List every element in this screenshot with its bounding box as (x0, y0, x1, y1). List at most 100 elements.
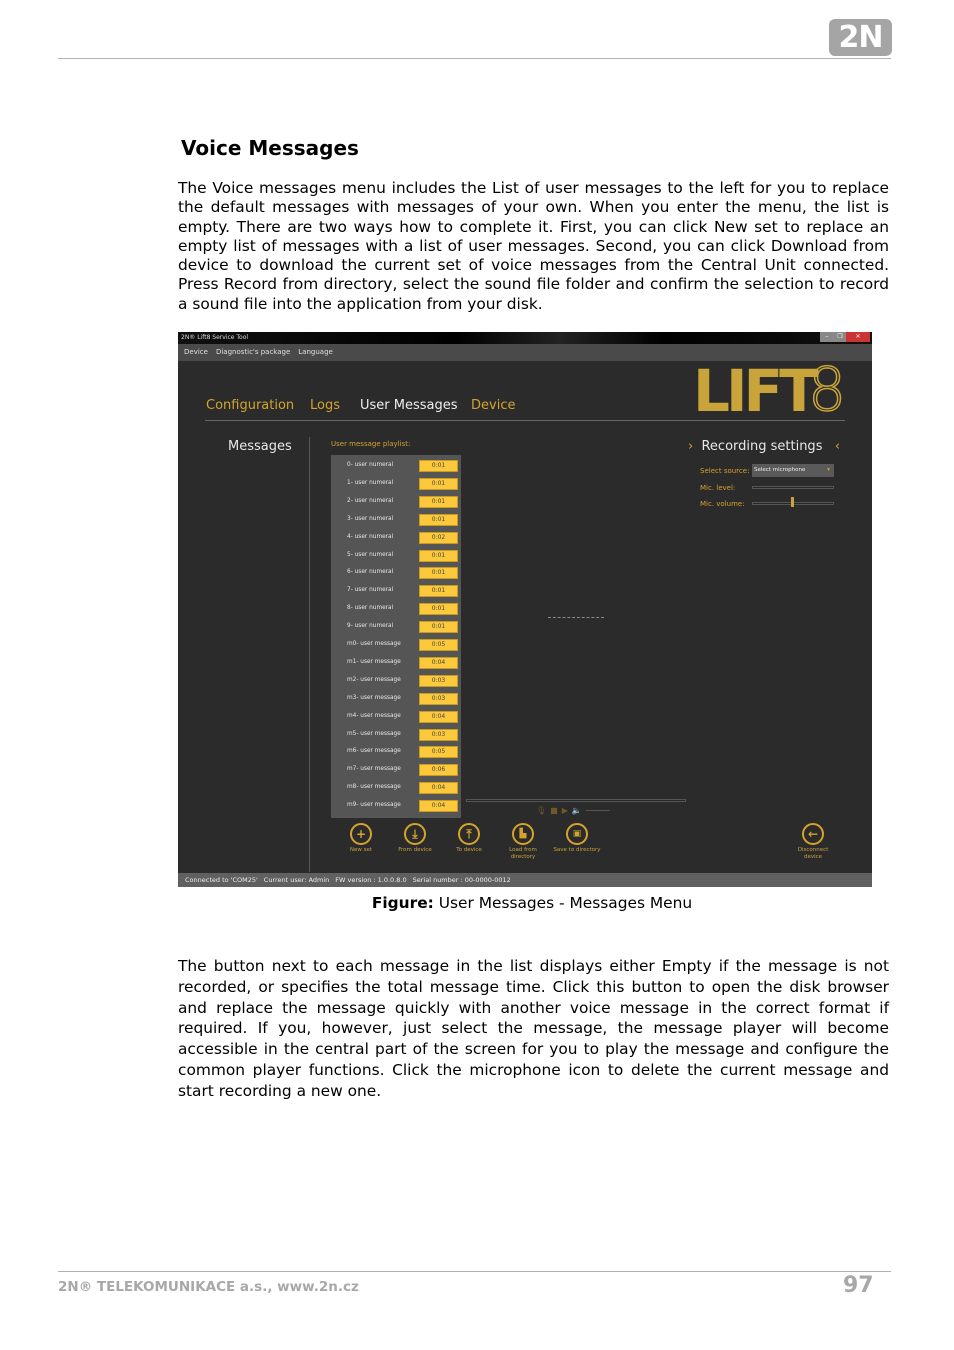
duration-button[interactable]: 0:02 (419, 531, 458, 544)
playlist-row[interactable]: m8- user message 0:04 (331, 782, 461, 795)
duration-button[interactable]: 0:04 (419, 782, 458, 795)
playlist-row[interactable]: 6- user numeral 0:01 (331, 567, 461, 580)
page-number: 97 (843, 1273, 874, 1298)
message-name: 0- user numeral (347, 462, 394, 468)
message-name: m9- user message (347, 802, 401, 809)
disconnect-label: Disconnect device (797, 847, 829, 860)
duration-button[interactable]: 0:05 (419, 746, 458, 759)
playlist-row[interactable]: m9- user message 0:04 (331, 800, 461, 813)
duration-button[interactable]: 0:05 (419, 639, 458, 651)
from-device-button[interactable]: ⤓ From device (390, 823, 440, 854)
chevron-left-icon[interactable]: ‹ (822, 439, 840, 454)
mic-volume-thumb[interactable] (791, 497, 794, 507)
dropdown-arrow-icon: ▾ (827, 467, 830, 473)
playlist-row[interactable]: 2- user numeral 0:01 (331, 495, 461, 509)
save-to-directory-button[interactable]: ▣ Save to directory (552, 823, 602, 854)
sidebar-divider (309, 437, 310, 872)
message-name: 5- user numeral (347, 551, 394, 558)
duration-button[interactable]: 0:01 (419, 567, 458, 580)
new-set-button[interactable]: + New set (336, 823, 386, 854)
tab-configuration[interactable]: Configuration (206, 398, 294, 413)
duration-button[interactable]: 0:01 (419, 495, 458, 508)
playlist-row[interactable]: m5- user message 0:03 (331, 728, 461, 742)
load-from-directory-button[interactable]: ▙ Load from directory (498, 823, 548, 861)
duration-button[interactable]: 0:01 (419, 621, 458, 634)
app-screenshot: 2N® Lift8 Service Tool – ❐ ✕ Device Diag… (178, 332, 872, 887)
playlist-row[interactable]: 5- user numeral 0:01 (331, 549, 461, 563)
message-name: m8- user message (347, 784, 401, 791)
playlist-row[interactable]: m0- user message 0:05 (331, 639, 461, 652)
duration-button[interactable]: 0:03 (419, 728, 458, 741)
menu-diagnostics[interactable]: Diagnostic's package (216, 344, 290, 361)
restore-icon[interactable]: ❐ (834, 332, 846, 342)
duration-button[interactable]: 0:03 (419, 674, 458, 687)
arrow-left-icon: ← (802, 823, 824, 845)
message-name: 6- user numeral (347, 569, 394, 576)
disconnect-device-button[interactable]: ← Disconnect device (788, 823, 838, 861)
message-name: m5- user message (347, 730, 401, 737)
menu-device[interactable]: Device (184, 344, 208, 361)
playlist-row[interactable]: 4- user numeral 0:02 (331, 531, 461, 545)
microphone-icon[interactable]: 🎙 (536, 806, 546, 815)
duration-button[interactable]: 0:01 (419, 585, 458, 598)
tab-user-messages[interactable]: User Messages (360, 398, 458, 413)
to-device-button[interactable]: ⤒ To device (444, 823, 494, 854)
duration-button[interactable]: 0:03 (419, 692, 458, 705)
message-name: m0- user message (347, 641, 401, 647)
menu-language[interactable]: Language (298, 344, 333, 361)
body-paragraph: The button next to each message in the l… (178, 957, 889, 1100)
player-progress[interactable] (466, 799, 686, 802)
duration-button[interactable]: 0:01 (419, 460, 458, 472)
message-name: m6- user message (347, 748, 401, 755)
window-title: 2N® Lift8 Service Tool (181, 334, 249, 341)
upload-icon: ⤒ (458, 823, 480, 845)
player-volume-slider[interactable] (585, 806, 610, 811)
duration-button[interactable]: 0:04 (419, 710, 458, 723)
playlist: 0- user numeral 0:01 1- user numeral 0:01 2-… (331, 455, 461, 818)
duration-button[interactable]: 0:04 (419, 656, 458, 669)
save-label: Save to directory (553, 847, 601, 853)
stop-icon[interactable]: ■ (550, 806, 558, 815)
play-icon[interactable]: ▶ (562, 806, 568, 815)
message-name: 4- user numeral (347, 533, 394, 540)
section-title: Voice Messages (181, 136, 359, 160)
duration-button[interactable]: 0:01 (419, 549, 458, 562)
playlist-row[interactable]: m1- user message 0:04 (331, 656, 461, 670)
message-name: m1- user message (347, 658, 401, 665)
message-name: 9- user numeral (347, 623, 394, 630)
playlist-row[interactable]: m2- user message 0:03 (331, 674, 461, 688)
playlist-row[interactable]: 3- user numeral 0:01 (331, 513, 461, 527)
playlist-row[interactable]: 7- user numeral 0:01 (331, 585, 461, 598)
tab-device[interactable]: Device (471, 398, 515, 413)
file-icon: ▙ (512, 823, 534, 845)
mic-level-label: Mic. level: (700, 484, 736, 492)
source-select[interactable]: ▾ Select microphone (752, 464, 834, 477)
sidebar-item-messages[interactable]: Messages (228, 439, 292, 454)
duration-button[interactable]: 0:06 (419, 764, 458, 777)
playlist-row[interactable]: m7- user message 0:06 (331, 764, 461, 777)
status-fw: FW version : 1.0.0.8.0 (335, 876, 407, 884)
playlist-row[interactable]: m4- user message 0:04 (331, 710, 461, 724)
playlist-row[interactable]: 1- user numeral 0:01 (331, 477, 461, 491)
tab-logs[interactable]: Logs (310, 398, 340, 413)
playlist-row[interactable]: 0- user numeral 0:01 (331, 460, 461, 473)
playlist-row[interactable]: m6- user message 0:05 (331, 746, 461, 759)
minimize-icon[interactable]: – (820, 332, 834, 342)
duration-button[interactable]: 0:01 (419, 477, 458, 490)
volume-icon[interactable]: 🔈 (572, 806, 582, 815)
recording-settings-header[interactable]: › Recording settings ‹ (688, 439, 840, 454)
waveform-placeholder (548, 617, 604, 618)
playlist-row[interactable]: 9- user numeral 0:01 (331, 621, 461, 634)
close-icon[interactable]: ✕ (846, 332, 870, 342)
status-user: Current user: Admin (263, 876, 330, 884)
playlist-row[interactable]: m3- user message 0:03 (331, 692, 461, 706)
footer-divider (58, 1271, 891, 1272)
playlist-row[interactable]: 8- user numeral 0:01 (331, 603, 461, 616)
duration-button[interactable]: 0:04 (419, 800, 458, 813)
duration-button[interactable]: 0:01 (419, 513, 458, 526)
to-device-label: To device (456, 847, 482, 853)
caption-label: Figure: (371, 894, 434, 912)
playlist-title: User message playlist: (331, 440, 411, 448)
duration-button[interactable]: 0:01 (419, 603, 458, 616)
lift8-logo: LIFT (693, 357, 819, 425)
